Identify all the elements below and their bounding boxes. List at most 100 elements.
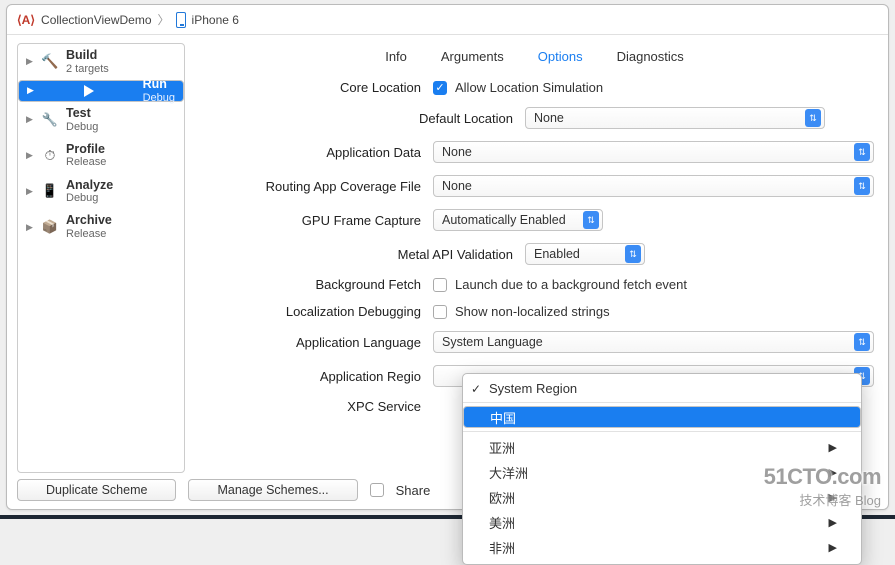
default-location-select[interactable]: None ⇅ — [525, 107, 825, 129]
sidebar-item-profile[interactable]: ▶ ProfileRelease — [18, 138, 184, 174]
xpc-services-label: XPC Service — [195, 399, 433, 414]
select-value: None — [442, 179, 472, 193]
application-data-label: Application Data — [195, 145, 433, 160]
xcode-icon: ⟨A⟩ — [17, 13, 35, 27]
menu-separator — [463, 402, 861, 403]
manage-schemes-button[interactable]: Manage Schemes... — [188, 479, 357, 501]
chevron-right-icon: 〉 — [158, 11, 170, 28]
background-fetch-checkbox[interactable] — [433, 278, 447, 292]
option-label: 亚洲 — [489, 438, 515, 457]
background-fetch-label: Background Fetch — [195, 277, 433, 292]
sidebar-item-sublabel: Debug — [66, 192, 113, 204]
tab-bar: Info Arguments Options Diagnostics — [195, 49, 874, 64]
disclosure-icon: ▶ — [26, 150, 34, 161]
archive-icon — [40, 219, 60, 235]
chevron-right-icon: ▶ — [829, 491, 837, 504]
region-option-china[interactable]: 中国 — [463, 406, 861, 428]
allow-location-simulation-label: Allow Location Simulation — [455, 80, 603, 95]
application-region-label: Application Regio — [195, 369, 433, 384]
tab-diagnostics[interactable]: Diagnostics — [617, 49, 684, 64]
sidebar-item-sublabel: Debug — [143, 92, 175, 104]
sidebar-item-label: Test — [66, 107, 98, 121]
option-label: 中国 — [490, 408, 516, 427]
chevron-updown-icon: ⇅ — [805, 109, 821, 127]
disclosure-icon: ▶ — [26, 222, 34, 233]
select-value: Automatically Enabled — [442, 213, 566, 227]
sidebar-item-sublabel: Release — [66, 228, 112, 240]
scheme-sidebar: ▶ Build2 targets ▶ RunDebug ▶ TestDebug … — [17, 43, 185, 473]
application-data-select[interactable]: None ⇅ — [433, 141, 874, 163]
phone-icon — [40, 183, 60, 199]
chevron-updown-icon: ⇅ — [854, 177, 870, 195]
select-value: None — [534, 111, 564, 125]
sidebar-item-label: Archive — [66, 214, 112, 228]
tab-arguments[interactable]: Arguments — [441, 49, 504, 64]
chevron-right-icon: ▶ — [829, 466, 837, 479]
select-value: Enabled — [534, 247, 580, 261]
gpu-frame-capture-select[interactable]: Automatically Enabled ⇅ — [433, 209, 603, 231]
select-value: None — [442, 145, 472, 159]
application-language-select[interactable]: System Language ⇅ — [433, 331, 874, 353]
option-label: System Region — [489, 381, 577, 396]
sidebar-item-sublabel: Debug — [66, 121, 98, 133]
select-value: System Language — [442, 335, 543, 349]
localization-debugging-text: Show non-localized strings — [455, 304, 610, 319]
sidebar-item-archive[interactable]: ▶ ArchiveRelease — [18, 209, 184, 245]
breadcrumb-device[interactable]: iPhone 6 — [192, 13, 239, 27]
breadcrumb: ⟨A⟩ CollectionViewDemo 〉 iPhone 6 — [7, 5, 888, 35]
metal-validation-label: Metal API Validation — [195, 247, 525, 262]
sidebar-item-analyze[interactable]: ▶ AnalyzeDebug — [18, 174, 184, 210]
share-checkbox[interactable] — [370, 483, 384, 497]
disclosure-icon: ▶ — [26, 114, 34, 125]
localization-debugging-checkbox[interactable] — [433, 305, 447, 319]
option-label: 美洲 — [489, 513, 515, 532]
metal-validation-select[interactable]: Enabled ⇅ — [525, 243, 645, 265]
iphone-icon — [176, 12, 186, 28]
sidebar-item-run[interactable]: ▶ RunDebug — [18, 80, 184, 102]
disclosure-icon: ▶ — [26, 56, 34, 67]
chevron-right-icon: ▶ — [829, 441, 837, 454]
chevron-updown-icon: ⇅ — [625, 245, 641, 263]
core-location-label: Core Location — [195, 80, 433, 95]
chevron-updown-icon: ⇅ — [583, 211, 599, 229]
localization-debugging-label: Localization Debugging — [195, 304, 433, 319]
hammer-icon — [40, 53, 60, 70]
play-icon — [79, 85, 99, 97]
region-option-system[interactable]: ✓ System Region — [463, 378, 861, 399]
sidebar-item-test[interactable]: ▶ TestDebug — [18, 102, 184, 138]
application-region-dropdown: ✓ System Region 中国 亚洲 ▶ 大洋洲 ▶ 欧洲 ▶ 美洲▶ 非洲 ▶ — [462, 373, 862, 565]
region-option-africa[interactable]: 非洲 ▶ — [463, 535, 861, 560]
sidebar-item-sublabel: 2 targets — [66, 63, 109, 75]
menu-separator — [463, 431, 861, 432]
sidebar-item-build[interactable]: ▶ Build2 targets — [18, 44, 184, 80]
sidebar-item-label: Analyze — [66, 179, 113, 193]
option-label: 非洲 — [489, 538, 515, 557]
share-label: Share — [396, 483, 431, 498]
duplicate-scheme-button[interactable]: Duplicate Scheme — [17, 479, 176, 501]
option-label: 大洋洲 — [489, 463, 528, 482]
breadcrumb-project[interactable]: CollectionViewDemo — [41, 13, 152, 27]
gauge-icon — [40, 147, 60, 164]
chevron-updown-icon: ⇅ — [854, 333, 870, 351]
sidebar-item-label: Profile — [66, 143, 106, 157]
application-language-label: Application Language — [195, 335, 433, 350]
region-option-oceania[interactable]: 大洋洲 ▶ — [463, 460, 861, 485]
sidebar-item-label: Run — [143, 78, 175, 92]
tab-options[interactable]: Options — [538, 49, 583, 64]
tab-info[interactable]: Info — [385, 49, 407, 64]
region-option-asia[interactable]: 亚洲 ▶ — [463, 435, 861, 460]
disclosure-icon: ▶ — [26, 186, 34, 197]
background-fetch-text: Launch due to a background fetch event — [455, 277, 687, 292]
option-label: 欧洲 — [489, 488, 515, 507]
routing-app-label: Routing App Coverage File — [195, 179, 433, 194]
gpu-frame-capture-label: GPU Frame Capture — [195, 213, 433, 228]
check-icon: ✓ — [471, 382, 481, 396]
chevron-right-icon: ▶ — [829, 541, 837, 554]
routing-app-select[interactable]: None ⇅ — [433, 175, 874, 197]
default-location-label: Default Location — [195, 111, 525, 126]
region-option-americas[interactable]: 美洲▶ — [463, 510, 861, 535]
chevron-updown-icon: ⇅ — [854, 143, 870, 161]
sidebar-item-sublabel: Release — [66, 156, 106, 168]
allow-location-simulation-checkbox[interactable]: ✓ — [433, 81, 447, 95]
region-option-europe[interactable]: 欧洲 ▶ — [463, 485, 861, 510]
